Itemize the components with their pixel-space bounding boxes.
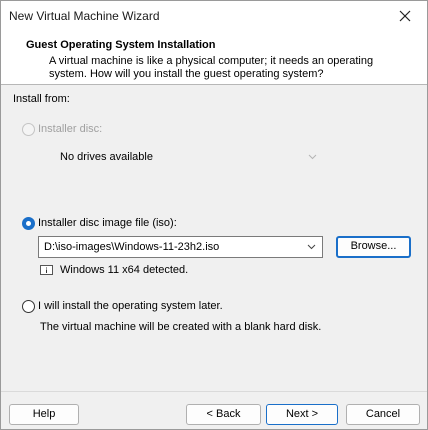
- cancel-button[interactable]: Cancel: [346, 404, 420, 425]
- iso-image-label: Installer disc image file (iso):: [38, 217, 177, 229]
- iso-image-radio[interactable]: [22, 217, 35, 230]
- chevron-down-icon: [308, 154, 317, 160]
- wizard-header: Guest Operating System Installation A vi…: [1, 31, 427, 85]
- back-button[interactable]: < Back: [186, 404, 261, 425]
- footer-divider: [1, 391, 427, 392]
- chevron-down-icon: [307, 244, 316, 250]
- install-later-label: I will install the operating system late…: [38, 300, 223, 312]
- page-title: Guest Operating System Installation: [26, 39, 216, 51]
- install-later-radio[interactable]: [22, 300, 35, 313]
- close-icon: [399, 10, 411, 22]
- next-button-label: Next >: [285, 408, 319, 420]
- wizard-window: New Virtual Machine Wizard Guest Operati…: [0, 0, 428, 430]
- iso-path-value: D:\iso-images\Windows-11-23h2.iso: [44, 241, 220, 253]
- installer-disc-dropdown[interactable]: No drives available: [38, 145, 323, 167]
- install-later-note: The virtual machine will be created with…: [40, 321, 322, 333]
- install-from-label: Install from:: [13, 93, 70, 105]
- iso-path-combobox[interactable]: D:\iso-images\Windows-11-23h2.iso: [38, 236, 323, 258]
- installer-disc-label: Installer disc:: [38, 123, 103, 135]
- browse-button-label: Browse...: [350, 240, 397, 252]
- help-button-label: Help: [32, 408, 56, 420]
- cancel-button-label: Cancel: [365, 408, 401, 420]
- browse-button[interactable]: Browse...: [336, 236, 411, 258]
- os-detected-text: Windows 11 x64 detected.: [60, 264, 189, 276]
- title-bar: New Virtual Machine Wizard: [1, 1, 427, 31]
- wizard-content: Install from: Installer disc: No drives …: [1, 86, 427, 391]
- help-button[interactable]: Help: [9, 404, 79, 425]
- info-icon: [40, 265, 53, 275]
- window-title: New Virtual Machine Wizard: [9, 9, 160, 23]
- close-button[interactable]: [383, 1, 427, 31]
- page-description: A virtual machine is like a physical com…: [49, 55, 374, 80]
- back-button-label: < Back: [206, 408, 241, 420]
- installer-disc-radio[interactable]: [22, 123, 35, 136]
- installer-disc-dropdown-value: No drives available: [60, 151, 153, 163]
- next-button[interactable]: Next >: [266, 404, 338, 425]
